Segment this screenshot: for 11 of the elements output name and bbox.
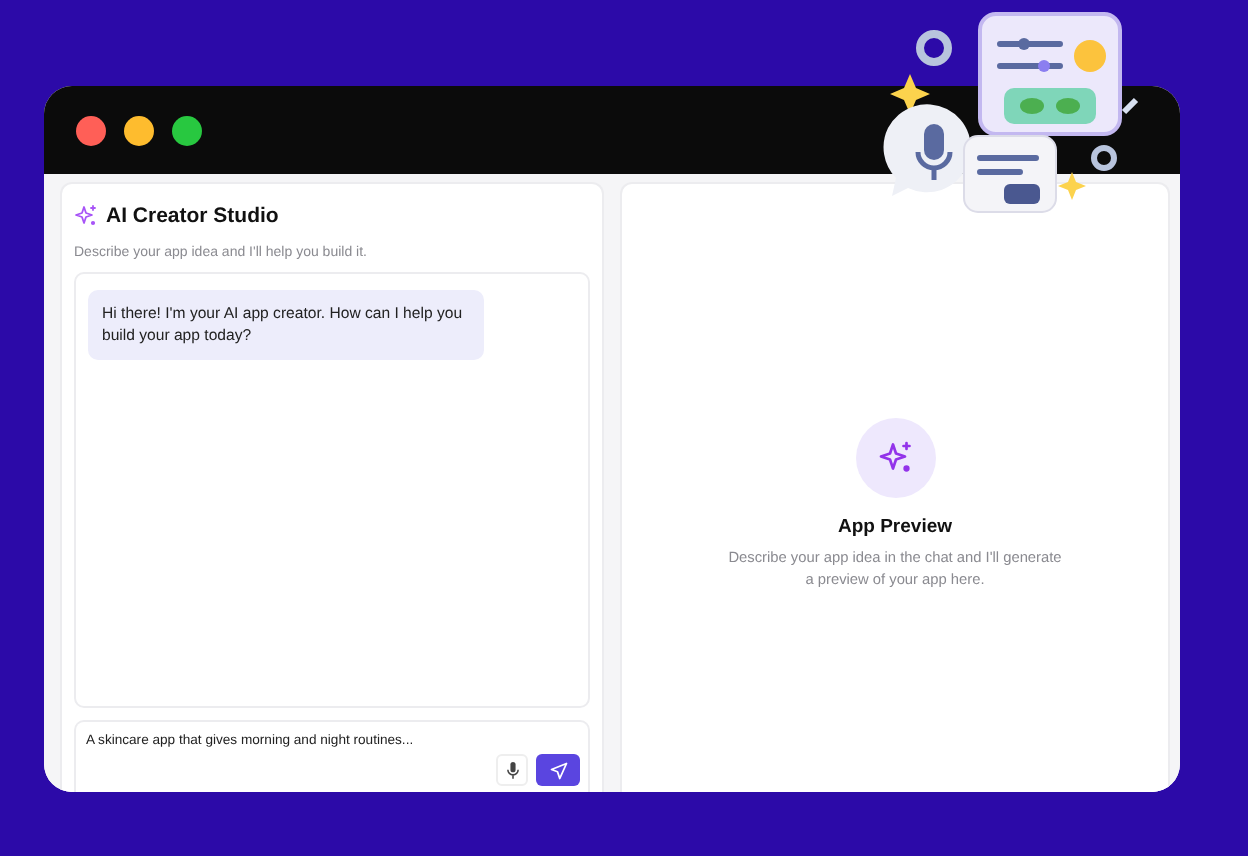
send-button[interactable] [536, 754, 580, 786]
window-button[interactable] [76, 115, 106, 145]
window-button[interactable] [172, 115, 202, 145]
microphone-button[interactable] [496, 754, 528, 786]
preview-title: App Preview [837, 516, 953, 538]
window-button[interactable] [124, 115, 154, 145]
panel-title: AI Creator Studio [106, 204, 279, 228]
sparkle-icon [877, 440, 913, 476]
microphone-icon [505, 761, 519, 779]
send-icon [549, 761, 567, 779]
sparkle-icon [74, 204, 98, 228]
